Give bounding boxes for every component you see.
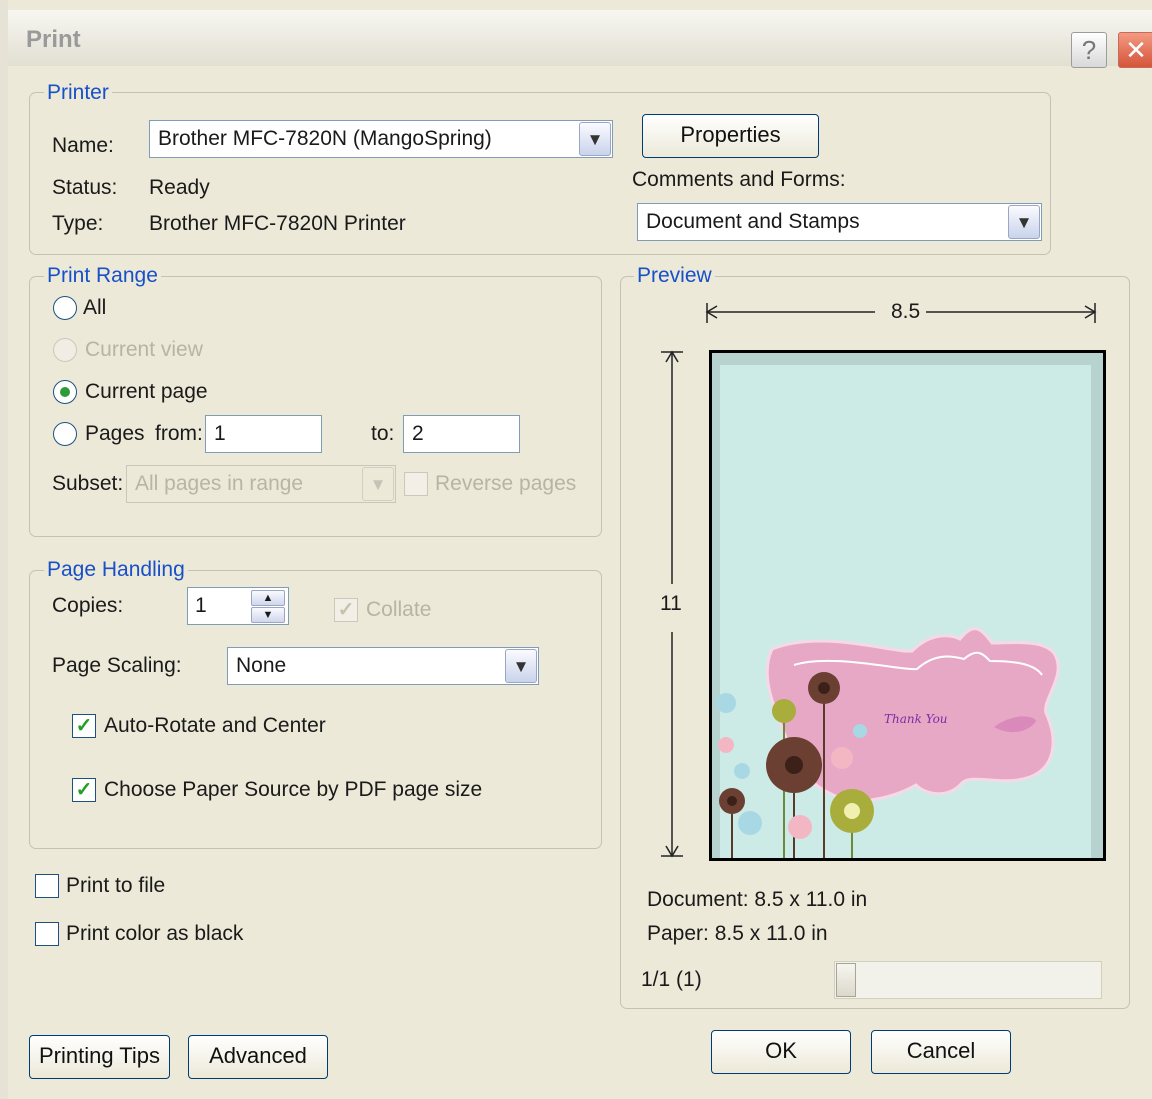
title-bar[interactable]: Print ? ✕: [8, 10, 1152, 68]
printer-status-label: Status:: [52, 176, 118, 199]
printer-legend: Printer: [44, 81, 112, 105]
subset-label: Subset:: [52, 472, 124, 495]
document-size-text: Document: 8.5 x 11.0 in: [647, 888, 868, 911]
spin-down-icon[interactable]: ▼: [251, 607, 285, 623]
printer-status-value: Ready: [149, 176, 210, 199]
slider-thumb[interactable]: [836, 963, 856, 997]
radio-all[interactable]: [53, 296, 77, 320]
preview-page-thumbnail: Thank You: [709, 350, 1106, 861]
preview-page-slider[interactable]: [834, 961, 1102, 999]
printer-name-label: Name:: [52, 134, 114, 157]
paper-source-checkbox[interactable]: ✓: [72, 778, 96, 802]
page-scaling-label: Page Scaling:: [52, 654, 182, 677]
radio-current-page-label: Current page: [85, 380, 208, 403]
print-dialog: Print ? ✕ Printer Name: Brother MFC-7820…: [0, 0, 1152, 1099]
print-to-file-label: Print to file: [66, 874, 166, 897]
radio-current-page[interactable]: [53, 380, 77, 404]
chevron-down-icon[interactable]: ▼: [1008, 205, 1040, 239]
close-icon: ✕: [1125, 35, 1147, 65]
printing-tips-button[interactable]: Printing Tips: [29, 1035, 170, 1079]
page-scaling-value: None: [236, 654, 287, 677]
advanced-button[interactable]: Advanced: [188, 1035, 328, 1079]
printer-name-value: Brother MFC-7820N (MangoSpring): [158, 127, 492, 150]
chevron-down-icon[interactable]: ▼: [362, 467, 394, 501]
pages-to-input[interactable]: 2: [403, 415, 520, 453]
comments-forms-value: Document and Stamps: [646, 210, 860, 233]
printer-name-select[interactable]: Brother MFC-7820N (MangoSpring) ▼: [149, 120, 613, 158]
collate-checkbox[interactable]: ✓: [334, 598, 358, 622]
checkmark-icon: ✓: [337, 599, 355, 621]
preview-height-label: 11: [660, 592, 682, 615]
copies-stepper[interactable]: ▲ ▼: [251, 589, 291, 625]
radio-pages[interactable]: [53, 422, 77, 446]
paper-size-text: Paper: 8.5 x 11.0 in: [647, 922, 828, 945]
comments-forms-label: Comments and Forms:: [632, 168, 846, 191]
page-count-text: 1/1 (1): [641, 968, 702, 991]
radio-current-view-label: Current view: [85, 338, 203, 361]
radio-current-view[interactable]: [53, 338, 77, 362]
comments-forms-select[interactable]: Document and Stamps ▼: [637, 203, 1042, 241]
radio-all-label: All: [83, 296, 107, 319]
print-range-legend: Print Range: [44, 264, 161, 288]
chevron-down-icon[interactable]: ▼: [579, 122, 611, 156]
pages-to-label: to:: [371, 422, 395, 445]
close-button[interactable]: ✕: [1118, 32, 1152, 68]
preview-width-label: 8.5: [891, 300, 921, 323]
pages-from-input[interactable]: 1: [205, 415, 322, 453]
preview-legend: Preview: [634, 264, 715, 288]
printer-type-label: Type:: [52, 212, 104, 235]
reverse-pages-label: Reverse pages: [435, 472, 577, 495]
properties-button[interactable]: Properties: [642, 114, 819, 158]
printer-type-value: Brother MFC-7820N Printer: [149, 212, 406, 235]
ok-button[interactable]: OK: [711, 1030, 851, 1074]
help-icon: ?: [1081, 35, 1097, 65]
page-scaling-select[interactable]: None ▼: [227, 647, 539, 685]
paper-source-label: Choose Paper Source by PDF page size: [104, 778, 483, 801]
pages-from-label: from:: [155, 422, 203, 445]
card-text: Thank You: [884, 712, 948, 726]
collate-label: Collate: [366, 598, 432, 621]
copies-value: 1: [195, 594, 207, 617]
checkmark-icon: ✓: [75, 715, 93, 737]
help-button[interactable]: ?: [1071, 32, 1107, 68]
auto-rotate-label: Auto-Rotate and Center: [104, 714, 326, 737]
subset-value: All pages in range: [135, 472, 304, 495]
page-handling-legend: Page Handling: [44, 558, 188, 582]
reverse-pages-checkbox[interactable]: [404, 472, 428, 496]
print-to-file-checkbox[interactable]: [35, 874, 59, 898]
window-title: Print: [26, 26, 81, 53]
spin-up-icon[interactable]: ▲: [251, 590, 285, 606]
checkmark-icon: ✓: [75, 779, 93, 801]
auto-rotate-checkbox[interactable]: ✓: [72, 714, 96, 738]
radio-pages-label: Pages: [85, 422, 145, 445]
print-color-black-checkbox[interactable]: [35, 922, 59, 946]
print-color-black-label: Print color as black: [66, 922, 244, 945]
subset-select[interactable]: All pages in range ▼: [126, 465, 396, 503]
copies-label: Copies:: [52, 594, 124, 617]
thank-you-card-image: Thank You: [716, 627, 1060, 858]
cancel-button[interactable]: Cancel: [871, 1030, 1011, 1074]
chevron-down-icon[interactable]: ▼: [505, 649, 537, 683]
